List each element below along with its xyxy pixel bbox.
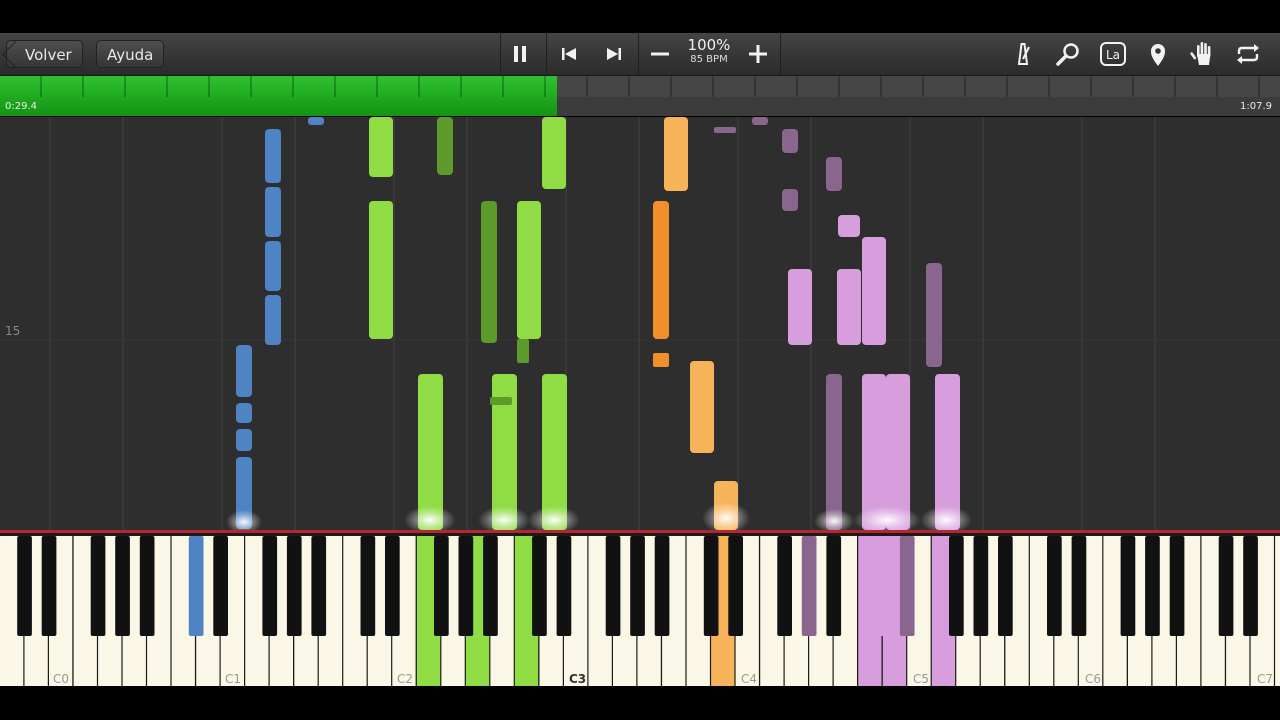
black-key[interactable]	[1145, 536, 1160, 636]
black-key[interactable]	[483, 536, 498, 636]
tempo-readout: 85 BPM	[690, 54, 728, 65]
black-key[interactable]	[17, 536, 32, 636]
search-button[interactable]	[1050, 39, 1086, 69]
black-key[interactable]	[556, 536, 572, 636]
black-key[interactable]	[213, 536, 228, 636]
black-key[interactable]	[262, 536, 278, 636]
key-hit-sparks	[226, 502, 972, 530]
letterbox-top	[0, 0, 1280, 33]
orange-notes	[664, 117, 738, 530]
location-pin-button[interactable]	[1140, 39, 1176, 69]
toolbar-divider	[500, 33, 501, 75]
timeline-progress	[0, 76, 557, 116]
note-roll: 15	[0, 117, 1280, 530]
piano-keys	[0, 536, 1280, 689]
black-key[interactable]	[1071, 536, 1087, 636]
octave-label: C2	[397, 672, 414, 686]
octave-label-current: C3	[569, 672, 587, 686]
black-key[interactable]	[949, 536, 964, 636]
black-key[interactable]	[875, 536, 891, 636]
blue-notes	[236, 117, 324, 529]
metronome-icon	[1017, 43, 1030, 65]
search-icon	[1056, 43, 1079, 66]
current-time: 0:29.4	[5, 101, 37, 112]
key-label-text: La	[1106, 48, 1120, 62]
black-key[interactable]	[826, 536, 842, 636]
toolbar-divider	[780, 33, 781, 75]
octave-label: C7	[1257, 672, 1274, 686]
skip-forward-icon	[607, 48, 621, 60]
octave-label: C5	[913, 672, 930, 686]
zoom-in-button[interactable]	[740, 39, 776, 69]
black-key[interactable]	[605, 536, 621, 636]
octave-label: C1	[225, 672, 242, 686]
falling-notes	[0, 117, 1280, 530]
green-notes	[369, 117, 567, 530]
black-key[interactable]	[1243, 536, 1258, 636]
octave-label: C6	[1085, 672, 1102, 686]
black-key[interactable]	[311, 536, 327, 636]
letterbox-bottom	[0, 686, 1280, 720]
metronome-button[interactable]	[1005, 39, 1041, 69]
black-key[interactable]	[1120, 536, 1136, 636]
skip-forward-button[interactable]	[596, 39, 632, 69]
pause-button[interactable]	[502, 39, 538, 69]
black-key[interactable]	[41, 536, 57, 636]
song-timeline[interactable]: 0:29.4 1:07.9	[0, 76, 1280, 116]
black-key[interactable]	[90, 536, 106, 636]
black-key[interactable]	[703, 536, 719, 636]
minus-icon	[651, 52, 669, 56]
zoom-percent: 100%	[687, 36, 731, 54]
white-key[interactable]	[1275, 536, 1280, 689]
loop-icon	[1237, 44, 1259, 64]
top-toolbar: Volver Ayuda 100% 85 BPM La	[0, 33, 1280, 76]
black-key[interactable]	[188, 536, 204, 636]
back-button[interactable]: Volver	[6, 40, 83, 68]
location-pin-icon	[1151, 44, 1165, 66]
black-key[interactable]	[973, 536, 989, 636]
black-key[interactable]	[1169, 536, 1185, 636]
zoom-tempo-display: 100% 85 BPM	[682, 37, 736, 66]
black-key[interactable]	[1047, 536, 1062, 636]
black-key[interactable]	[998, 536, 1013, 636]
key-label-button[interactable]: La	[1095, 39, 1131, 69]
skip-back-icon	[562, 48, 576, 60]
toolbar-divider	[638, 33, 639, 75]
black-key[interactable]	[532, 536, 547, 636]
black-key[interactable]	[630, 536, 645, 636]
pause-icon	[514, 46, 526, 62]
total-time: 1:07.9	[1240, 101, 1272, 112]
black-key[interactable]	[728, 536, 743, 636]
black-key[interactable]	[654, 536, 670, 636]
black-key[interactable]	[385, 536, 400, 636]
black-key[interactable]	[139, 536, 155, 636]
black-key[interactable]	[1218, 536, 1234, 636]
octave-label: C4	[741, 672, 758, 686]
black-key[interactable]	[458, 536, 474, 636]
black-key[interactable]	[360, 536, 376, 636]
toolbar-divider	[546, 33, 547, 75]
piano-keyboard: C0 C1 C2 C3 C4 C5 C6 C7	[0, 530, 1280, 689]
black-key[interactable]	[286, 536, 302, 636]
zoom-out-button[interactable]	[642, 39, 678, 69]
octave-gridlines	[49, 117, 1156, 530]
loop-button[interactable]	[1230, 39, 1266, 69]
hand-button[interactable]	[1185, 39, 1221, 69]
key-label-icon: La	[1100, 42, 1126, 66]
hand-icon	[1190, 42, 1211, 65]
skip-back-button[interactable]	[551, 39, 587, 69]
pink-notes	[788, 215, 960, 530]
black-key[interactable]	[899, 536, 915, 636]
dark-orange-notes	[653, 201, 669, 367]
black-key[interactable]	[801, 536, 817, 636]
measure-number: 15	[5, 324, 21, 338]
plus-icon	[749, 45, 767, 63]
dark-green-notes	[437, 117, 529, 405]
black-key[interactable]	[777, 536, 792, 636]
octave-label: C0	[53, 672, 70, 686]
synthesia-player: Volver Ayuda 100% 85 BPM La 0:29.4 1:07.…	[0, 0, 1280, 720]
help-button[interactable]: Ayuda	[96, 40, 165, 68]
black-key[interactable]	[434, 536, 449, 636]
black-key[interactable]	[115, 536, 130, 636]
